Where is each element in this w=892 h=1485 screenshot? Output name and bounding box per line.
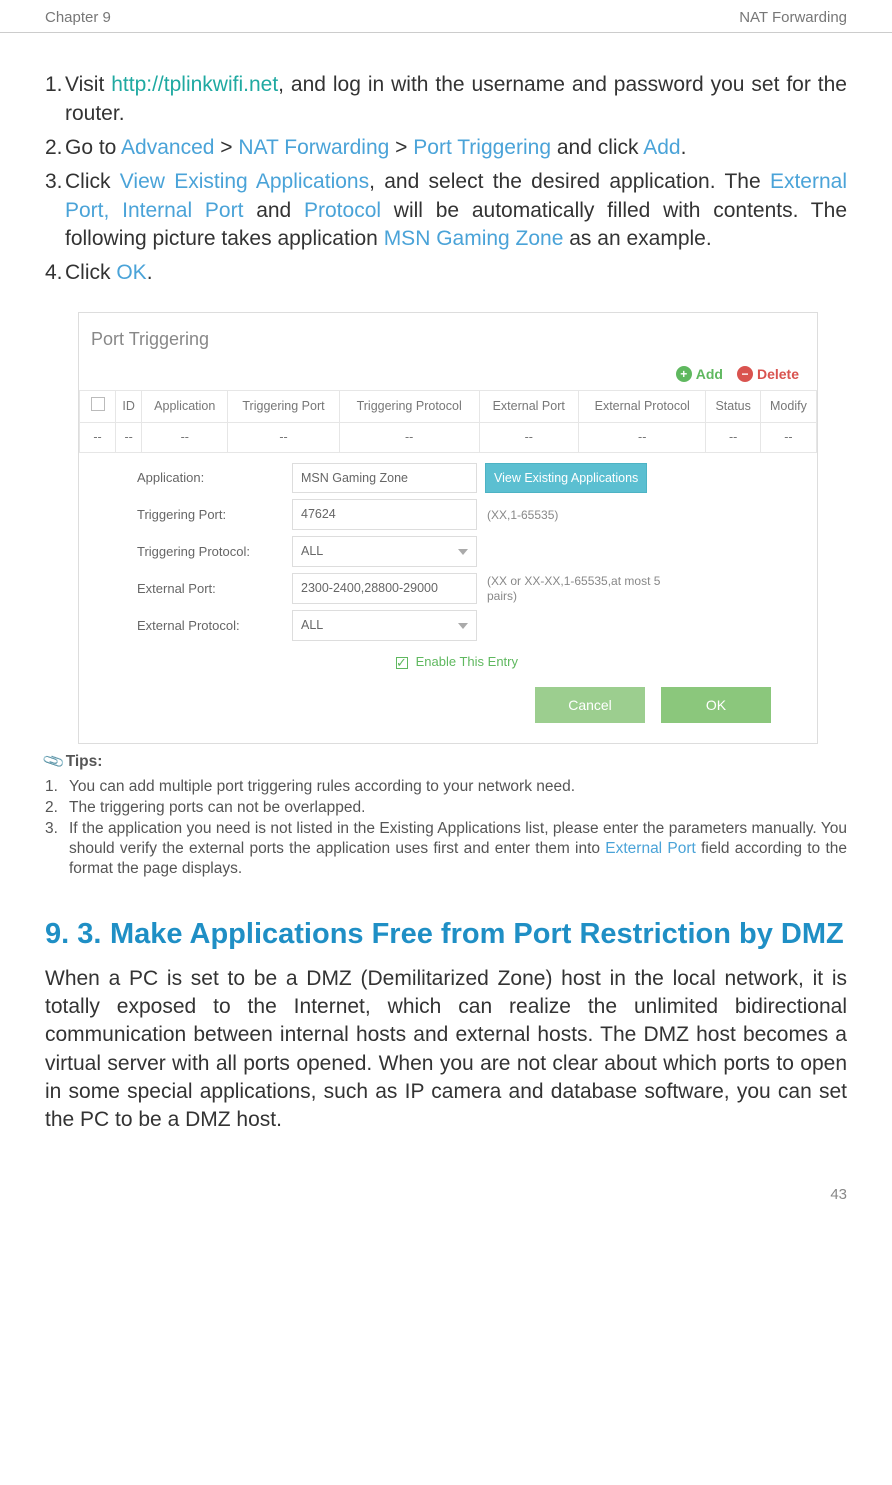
form-area: Application: MSN Gaming Zone View Existi… bbox=[79, 453, 817, 687]
plus-icon: + bbox=[676, 366, 692, 382]
th-checkbox[interactable] bbox=[80, 390, 116, 422]
s4b: . bbox=[147, 261, 153, 284]
s3a: Click bbox=[65, 170, 120, 193]
th-trigger-proto: Triggering Protocol bbox=[339, 390, 479, 422]
step1-prefix: Visit bbox=[65, 73, 111, 96]
s2b: and click bbox=[551, 136, 643, 159]
s2gt1: > bbox=[214, 136, 238, 159]
input-application[interactable]: MSN Gaming Zone bbox=[292, 463, 477, 494]
term-msn: MSN Gaming Zone bbox=[384, 227, 564, 250]
term-advanced: Advanced bbox=[121, 136, 214, 159]
cell-empty: -- bbox=[578, 422, 706, 452]
step-list: Visit http://tplinkwifi.net, and log in … bbox=[45, 71, 847, 287]
tip-1: You can add multiple port triggering rul… bbox=[45, 777, 847, 797]
term-view-existing: View Existing Applications bbox=[120, 170, 369, 193]
chevron-down-icon bbox=[458, 623, 468, 629]
topic-label: NAT Forwarding bbox=[739, 8, 847, 28]
cancel-button[interactable]: Cancel bbox=[535, 687, 645, 724]
ok-button[interactable]: OK bbox=[661, 687, 771, 724]
s2gt2: > bbox=[389, 136, 413, 159]
enable-label: Enable This Entry bbox=[416, 654, 518, 669]
port-triggering-panel: Port Triggering + Add − Delete ID Applic… bbox=[78, 312, 818, 745]
tips-heading: 📎Tips: bbox=[45, 746, 847, 774]
s2dot: . bbox=[681, 136, 687, 159]
th-status: Status bbox=[706, 390, 760, 422]
s2a: Go to bbox=[65, 136, 121, 159]
chevron-down-icon bbox=[458, 549, 468, 555]
term-port-triggering: Port Triggering bbox=[413, 136, 551, 159]
cell-empty: -- bbox=[80, 422, 116, 452]
th-modify: Modify bbox=[760, 390, 816, 422]
tip-term-external-port: External Port bbox=[605, 840, 696, 857]
cell-empty: -- bbox=[479, 422, 578, 452]
th-ext-proto: External Protocol bbox=[578, 390, 706, 422]
cell-empty: -- bbox=[339, 422, 479, 452]
section-9-3-body: When a PC is set to be a DMZ (Demilitari… bbox=[0, 965, 892, 1135]
tplink-url-link[interactable]: http://tplinkwifi.net bbox=[111, 73, 278, 96]
tips-list: You can add multiple port triggering rul… bbox=[45, 775, 847, 880]
s3b: , and select the desired application. Th… bbox=[369, 170, 770, 193]
hint-ext-port: (XX or XX-XX,1-65535,at most 5 pairs) bbox=[487, 574, 667, 603]
delete-label: Delete bbox=[757, 365, 799, 384]
hint-trigger-port: (XX,1-65535) bbox=[487, 508, 558, 522]
step-3: Click View Existing Applications, and se… bbox=[45, 168, 847, 253]
delete-button[interactable]: − Delete bbox=[737, 365, 799, 384]
cell-empty: -- bbox=[706, 422, 760, 452]
term-protocol: Protocol bbox=[304, 199, 381, 222]
input-trigger-port[interactable]: 47624 bbox=[292, 499, 477, 530]
input-ext-port[interactable]: 2300-2400,28800-29000 bbox=[292, 573, 477, 604]
checkmark-icon bbox=[396, 657, 408, 669]
panel-title: Port Triggering bbox=[79, 313, 817, 359]
add-button[interactable]: + Add bbox=[676, 365, 723, 384]
checkbox-icon bbox=[91, 397, 105, 411]
label-ext-port: External Port: bbox=[137, 580, 292, 598]
chapter-label: Chapter 9 bbox=[45, 8, 111, 28]
select-trigger-proto-value: ALL bbox=[301, 543, 323, 560]
section-number: 9. 3. bbox=[45, 916, 110, 952]
th-application: Application bbox=[142, 390, 228, 422]
th-id: ID bbox=[116, 390, 142, 422]
th-trigger-port: Triggering Port bbox=[228, 390, 340, 422]
minus-icon: − bbox=[737, 366, 753, 382]
tips-label: Tips: bbox=[66, 753, 103, 770]
step-4: Click OK. bbox=[45, 259, 847, 287]
enable-entry-checkbox[interactable]: Enable This Entry bbox=[137, 647, 777, 687]
page-number: 43 bbox=[0, 1135, 892, 1225]
term-add: Add bbox=[643, 136, 680, 159]
term-ok: OK bbox=[116, 261, 146, 284]
page-header: Chapter 9 NAT Forwarding bbox=[0, 0, 892, 33]
s3e: as an example. bbox=[563, 227, 711, 250]
select-trigger-proto[interactable]: ALL bbox=[292, 536, 477, 567]
s3c: and bbox=[243, 199, 304, 222]
table-row: -- -- -- -- -- -- -- -- -- bbox=[80, 422, 817, 452]
section-9-3-heading: 9. 3. Make Applications Free from Port R… bbox=[0, 880, 892, 964]
label-application: Application: bbox=[137, 469, 292, 487]
tip-3: If the application you need is not liste… bbox=[45, 819, 847, 879]
label-ext-proto: External Protocol: bbox=[137, 617, 292, 635]
cell-empty: -- bbox=[116, 422, 142, 452]
cell-empty: -- bbox=[228, 422, 340, 452]
tip-2: The triggering ports can not be overlapp… bbox=[45, 798, 847, 818]
select-ext-proto-value: ALL bbox=[301, 617, 323, 634]
select-ext-proto[interactable]: ALL bbox=[292, 610, 477, 641]
th-ext-port: External Port bbox=[479, 390, 578, 422]
label-trigger-port: Triggering Port: bbox=[137, 506, 292, 524]
add-label: Add bbox=[696, 365, 723, 384]
term-nat-forwarding: NAT Forwarding bbox=[238, 136, 389, 159]
label-trigger-proto: Triggering Protocol: bbox=[137, 543, 292, 561]
paperclip-icon: 📎 bbox=[41, 749, 67, 776]
cell-empty: -- bbox=[142, 422, 228, 452]
s4a: Click bbox=[65, 261, 116, 284]
cell-empty: -- bbox=[760, 422, 816, 452]
step-1: Visit http://tplinkwifi.net, and log in … bbox=[45, 71, 847, 128]
section-title: Make Applications Free from Port Restric… bbox=[110, 916, 844, 952]
triggering-table: ID Application Triggering Port Triggerin… bbox=[79, 390, 817, 453]
step-2: Go to Advanced > NAT Forwarding > Port T… bbox=[45, 134, 847, 162]
view-existing-button[interactable]: View Existing Applications bbox=[485, 463, 647, 494]
